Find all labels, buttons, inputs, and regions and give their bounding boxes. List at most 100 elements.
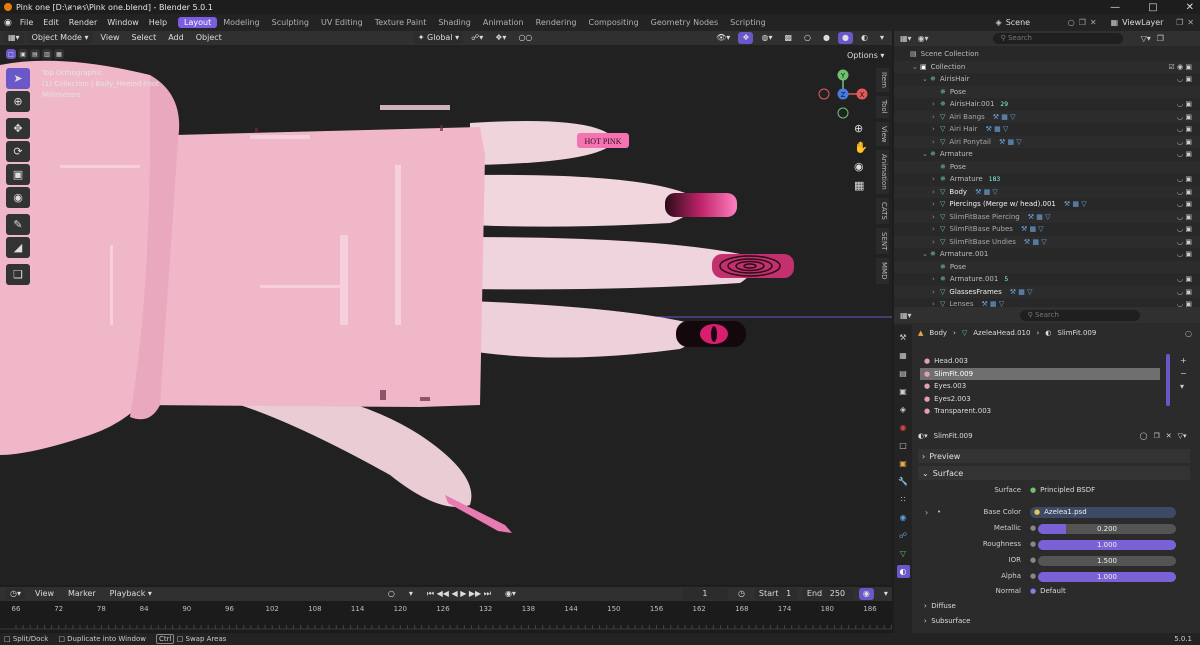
pan-hand-icon[interactable]: ✋ bbox=[854, 141, 868, 154]
minimize-icon[interactable]: — bbox=[1110, 2, 1120, 13]
expand-arrow-icon[interactable]: › bbox=[925, 508, 928, 517]
cursor-tool-icon[interactable]: ⊕ bbox=[6, 91, 30, 112]
menu-file[interactable]: File bbox=[15, 18, 38, 27]
diffuse-panel[interactable]: › Diffuse bbox=[924, 602, 956, 610]
annotate-tool-icon[interactable]: ✎ bbox=[6, 214, 30, 235]
view-layer-name[interactable]: ViewLayer bbox=[1122, 18, 1172, 27]
field-alpha[interactable]: 1.000 bbox=[1038, 572, 1176, 582]
visibility-toggles[interactable]: ◡ ▣ bbox=[1177, 188, 1192, 196]
view-menu[interactable]: View bbox=[97, 32, 124, 44]
sidebar-tab-view[interactable]: View bbox=[876, 121, 889, 147]
slot-list-scrollbar[interactable] bbox=[1166, 354, 1170, 406]
xray-icon[interactable]: ▩ bbox=[780, 32, 796, 44]
view-layer-tab-icon[interactable]: ▣ bbox=[897, 385, 910, 398]
display-mode-icon[interactable]: ◉▾ bbox=[918, 34, 929, 43]
workspace-tab-rendering[interactable]: Rendering bbox=[530, 17, 583, 28]
add-cube-tool-icon[interactable]: ❏ bbox=[6, 264, 30, 285]
workspace-tab-geometry-nodes[interactable]: Geometry Nodes bbox=[645, 17, 724, 28]
tool-tab-icon[interactable]: ⚒ bbox=[897, 331, 910, 344]
expand-arrow-icon[interactable]: › bbox=[932, 100, 940, 108]
keyframe-options-icon[interactable]: ▾ bbox=[405, 588, 417, 600]
zoom-icon[interactable]: ⊕ bbox=[854, 122, 868, 135]
expand-arrow-icon[interactable]: › bbox=[932, 113, 940, 121]
add-slot-icon[interactable]: + bbox=[1180, 356, 1187, 365]
field-surface[interactable]: ● Principled BSDF bbox=[1030, 486, 1095, 494]
field-base-color[interactable]: ● Azelea1.psd bbox=[1030, 507, 1176, 518]
scene-name[interactable]: Scene bbox=[1006, 18, 1064, 27]
transform-orientation-dropdown[interactable]: ✦ Global ▾ bbox=[413, 32, 464, 44]
options-dropdown[interactable]: Options ▾ bbox=[843, 50, 888, 62]
expand-arrow-icon[interactable]: › bbox=[932, 188, 940, 196]
material-slot[interactable]: ● SlimFit.009 bbox=[920, 367, 1160, 380]
outliner-row[interactable]: › ✵ AirisHair.001 29 ◡ ▣ bbox=[894, 98, 1200, 111]
outliner-row[interactable]: › ▽ SlimFitBase Piercing ⚒ ▦ ▽ ◡ ▣ bbox=[894, 210, 1200, 223]
outliner-row[interactable]: › ▽ Airi Bangs ⚒ ▦ ▽ ◡ ▣ bbox=[894, 110, 1200, 123]
select-extend-icon[interactable]: ▣ bbox=[18, 49, 28, 59]
material-datablock[interactable]: ◐▾ SlimFit.009 ◯ ❐ ✕ ▽▾ bbox=[918, 430, 1190, 442]
close-icon[interactable]: ✕ bbox=[1186, 2, 1194, 13]
sidebar-tab-tool[interactable]: Tool bbox=[876, 95, 889, 118]
visibility-toggles[interactable]: ◡ ▣ bbox=[1177, 238, 1192, 246]
constraints-tab-icon[interactable]: ☍ bbox=[897, 529, 910, 542]
timeline-view-menu[interactable]: View bbox=[31, 588, 58, 600]
visibility-toggles[interactable]: ◡ ▣ bbox=[1177, 200, 1192, 208]
workspace-tab-animation[interactable]: Animation bbox=[477, 17, 530, 28]
timeline-playback-menu[interactable]: Playback ▾ bbox=[106, 588, 156, 600]
delete-view-layer-icon[interactable]: ✕ bbox=[1187, 18, 1194, 27]
expand-arrow-icon[interactable]: › bbox=[932, 138, 940, 146]
select-subtract-icon[interactable]: ▤ bbox=[30, 49, 40, 59]
visibility-toggles[interactable]: ☑ ◉ ▣ bbox=[1169, 63, 1192, 71]
outliner-row[interactable]: › ▽ Body ⚒ ▦ ▽ ◡ ▣ bbox=[894, 185, 1200, 198]
scale-tool-icon[interactable]: ▣ bbox=[6, 164, 30, 185]
timeline-options-icon[interactable]: ▾ bbox=[880, 588, 892, 600]
visibility-toggles[interactable]: ◡ ▣ bbox=[1177, 288, 1192, 296]
material-slot[interactable]: ● Transparent.003 bbox=[920, 405, 1160, 417]
visibility-toggles[interactable]: ◡ ▣ bbox=[1177, 138, 1192, 146]
record-icon[interactable]: ○ bbox=[384, 588, 399, 600]
scene-tab-icon[interactable]: ◈ bbox=[897, 403, 910, 416]
remove-slot-icon[interactable]: − bbox=[1180, 369, 1187, 378]
properties-editor-icon[interactable]: ▦▾ bbox=[900, 311, 912, 320]
expand-arrow-icon[interactable]: › bbox=[932, 125, 940, 133]
select-box-mode-icon[interactable]: □ bbox=[6, 49, 16, 59]
select-intersect-icon[interactable]: ▦ bbox=[54, 49, 64, 59]
outliner-row[interactable]: ⌄ ✵ AirisHair ◡ ▣ bbox=[894, 73, 1200, 86]
visibility-icon[interactable]: 👁▾ bbox=[712, 32, 734, 44]
sidebar-tab-item[interactable]: Item bbox=[876, 68, 889, 92]
expand-arrow-icon[interactable]: ⌄ bbox=[922, 250, 930, 258]
3d-viewport[interactable]: HOT PINK Y Z X bbox=[0, 45, 892, 585]
material-slot[interactable]: ● Eyes.003 bbox=[920, 380, 1160, 392]
expand-arrow-icon[interactable]: ⌄ bbox=[922, 75, 930, 83]
blender-menu-icon[interactable]: ◉ bbox=[4, 18, 12, 28]
shading-options-icon[interactable]: ▾ bbox=[876, 32, 888, 44]
expand-arrow-icon[interactable]: › bbox=[932, 213, 940, 221]
playback-controls[interactable]: ⏮ ◀◀ ◀ ▶ ▶▶ ⏭ bbox=[423, 588, 495, 600]
workspace-tab-scripting[interactable]: Scripting bbox=[724, 17, 772, 28]
data-tab-icon[interactable]: ▽ bbox=[897, 547, 910, 560]
new-view-layer-icon[interactable]: ❐ bbox=[1176, 18, 1183, 27]
field-normal[interactable]: ● Default bbox=[1030, 587, 1066, 595]
expand-arrow-icon[interactable]: › bbox=[932, 288, 940, 296]
visibility-toggles[interactable]: ◡ ▣ bbox=[1177, 300, 1192, 307]
menu-help[interactable]: Help bbox=[144, 18, 172, 27]
outliner-row[interactable]: ✵ Pose bbox=[894, 160, 1200, 173]
outliner-row[interactable]: › ▽ SlimFitBase Undies ⚒ ▦ ▽ ◡ ▣ bbox=[894, 235, 1200, 248]
expand-arrow-icon[interactable]: › bbox=[932, 238, 940, 246]
object-tab-icon[interactable]: ▣ bbox=[897, 457, 910, 470]
ortho-grid-icon[interactable]: ▦ bbox=[854, 179, 868, 192]
object-menu[interactable]: Object bbox=[192, 32, 226, 44]
shading-material-icon[interactable]: ● bbox=[838, 32, 853, 44]
visibility-toggles[interactable]: ◡ ▣ bbox=[1177, 250, 1192, 258]
visibility-toggles[interactable]: ◡ ▣ bbox=[1177, 175, 1192, 183]
subsurface-panel[interactable]: › Subsurface bbox=[924, 617, 970, 625]
visibility-toggles[interactable]: ◡ ▣ bbox=[1177, 213, 1192, 221]
transform-tool-icon[interactable]: ◉ bbox=[6, 187, 30, 208]
workspace-tab-compositing[interactable]: Compositing bbox=[583, 17, 645, 28]
gizmo-toggle-icon[interactable]: ❖ bbox=[738, 32, 754, 44]
sidebar-tab-sent[interactable]: SENT bbox=[876, 227, 889, 255]
fake-user-icon[interactable]: ◯ bbox=[1140, 432, 1148, 440]
outliner-row[interactable]: › ▽ Piercings (Merge w/ head).001 ⚒ ▦ ▽ ◡ ▣ bbox=[894, 198, 1200, 211]
timeline-area[interactable]: 66 72 78 84 90 96 102 108 114 120 126 132 138 144 150 1… bbox=[0, 601, 907, 633]
add-menu[interactable]: Add bbox=[164, 32, 188, 44]
proportional-edit-icon[interactable]: ○○ bbox=[514, 32, 536, 44]
